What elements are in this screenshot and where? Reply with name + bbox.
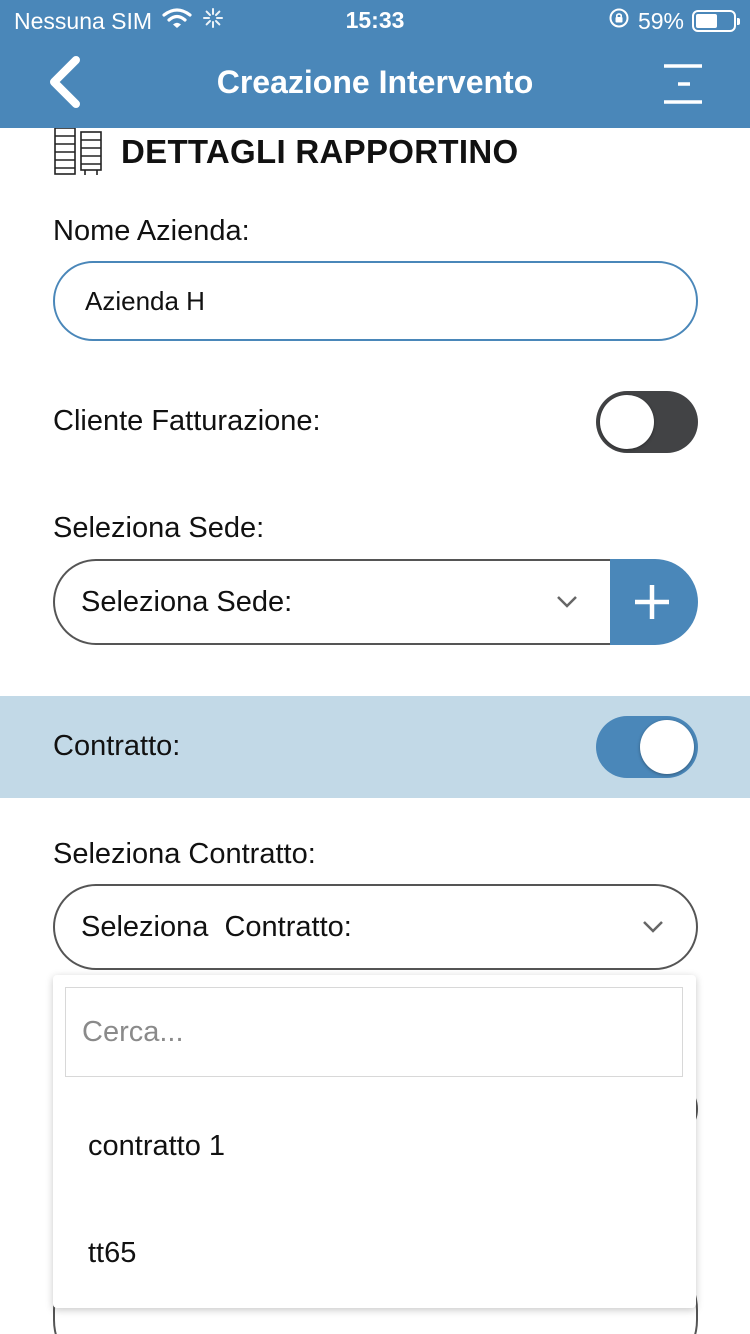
orientation-lock-icon [608, 7, 630, 35]
section-title: DETTAGLI RAPPORTINO [121, 133, 519, 170]
add-sede-button[interactable] [610, 559, 698, 645]
app-header: Creazione Intervento [0, 40, 750, 128]
chevron-down-icon [557, 596, 577, 608]
cliente-fatturazione-toggle[interactable] [596, 391, 698, 453]
nome-azienda-value: Azienda H [85, 285, 205, 316]
status-bar: Nessuna SIM 15:33 59% [0, 0, 750, 40]
contratto-select[interactable]: Seleziona Contratto: [53, 884, 698, 970]
contratto-label: Contratto: [53, 730, 181, 762]
page-title: Creazione Intervento [216, 64, 534, 100]
section-header: DETTAGLI RAPPORTINO [53, 128, 518, 176]
contratto-dropdown: contratto 1 tt65 [53, 975, 696, 1308]
cliente-fatturazione-label: Cliente Fatturazione: [53, 405, 321, 437]
seleziona-contratto-label: Seleziona Contratto: [53, 838, 316, 870]
sede-select[interactable]: Seleziona Sede: [53, 559, 653, 645]
toggle-knob [640, 720, 694, 774]
nome-azienda-label: Nome Azienda: [53, 215, 250, 247]
battery-fill [696, 14, 718, 28]
menu-button[interactable] [662, 62, 704, 106]
dropdown-option-contratto-1[interactable]: contratto 1 [88, 1130, 225, 1163]
battery-icon [692, 10, 740, 32]
contratto-select-value: Seleziona Contratto: [81, 910, 352, 943]
chevron-down-icon [643, 921, 663, 933]
report-icon [54, 128, 102, 175]
nome-azienda-input[interactable]: Azienda H [53, 261, 698, 341]
battery-percent: 59% [637, 7, 684, 34]
menu-icon [664, 64, 702, 104]
seleziona-sede-label: Seleziona Sede: [53, 512, 265, 544]
plus-icon [635, 585, 669, 619]
toggle-knob [600, 395, 654, 449]
dropdown-option-tt65[interactable]: tt65 [88, 1237, 136, 1270]
sede-select-value: Seleziona Sede: [81, 585, 293, 618]
search-input[interactable] [65, 987, 683, 1077]
contratto-toggle[interactable] [596, 716, 698, 778]
